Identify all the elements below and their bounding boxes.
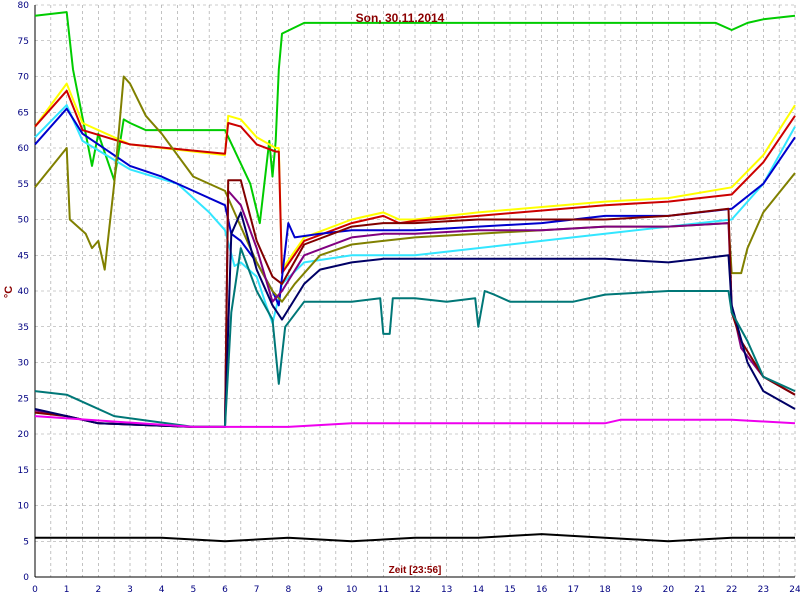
x-tick-label: 7 <box>254 585 260 595</box>
chart-background <box>0 0 800 600</box>
x-tick-label: 21 <box>694 585 705 595</box>
y-axis-label: °C <box>3 286 15 298</box>
x-tick-label: 20 <box>663 585 675 595</box>
temperature-chart: 051015202530354045505560657075800 1 2 3 4 5 6 7… <box>0 0 800 600</box>
x-tick-label: 5 <box>190 585 196 595</box>
x-tick-label: 10 <box>346 585 358 595</box>
y-tick-label: 5 <box>23 537 29 547</box>
y-tick-label: 25 <box>18 394 29 404</box>
x-tick-label: 14 <box>473 585 485 595</box>
y-tick-label: 15 <box>18 466 29 476</box>
y-tick-label: 65 <box>18 108 29 118</box>
x-tick-label: 11 <box>378 585 389 595</box>
x-tick-label: 16 <box>536 585 548 595</box>
y-tick-label: 45 <box>18 251 29 261</box>
x-tick-label: 3 <box>127 585 133 595</box>
y-tick-label: 40 <box>18 287 30 297</box>
y-tick-label: 75 <box>18 37 29 47</box>
y-tick-label: 50 <box>18 216 30 226</box>
y-tick-label: 55 <box>18 180 29 190</box>
x-tick-label: 6 <box>222 585 228 595</box>
x-tick-label: 13 <box>441 585 452 595</box>
chart-title: Son, 30.11.2014 <box>356 11 445 25</box>
y-tick-label: 60 <box>18 144 30 154</box>
y-tick-label: 30 <box>18 359 30 369</box>
x-tick-label: 0 <box>32 585 38 595</box>
y-tick-label: 10 <box>18 502 30 512</box>
x-tick-label: 8 <box>285 585 291 595</box>
y-tick-label: 0 <box>23 573 29 583</box>
x-axis-label: Zeit [23:56] <box>389 565 442 576</box>
x-tick-label: 19 <box>631 585 643 595</box>
x-tick-label: 17 <box>568 585 579 595</box>
x-tick-label: 23 <box>758 585 769 595</box>
x-tick-label: 15 <box>504 585 515 595</box>
y-tick-label: 80 <box>18 1 30 11</box>
x-tick-label: 24 <box>789 585 800 595</box>
x-tick-label: 1 <box>64 585 70 595</box>
y-tick-label: 35 <box>18 323 29 333</box>
x-tick-label: 2 <box>95 585 101 595</box>
x-tick-label: 9 <box>317 585 323 595</box>
x-tick-label: 22 <box>726 585 737 595</box>
y-tick-label: 70 <box>18 73 30 83</box>
y-tick-label: 20 <box>18 430 30 440</box>
x-tick-label: 18 <box>599 585 611 595</box>
x-tick-label: 4 <box>159 585 165 595</box>
x-tick-label: 12 <box>409 585 420 595</box>
